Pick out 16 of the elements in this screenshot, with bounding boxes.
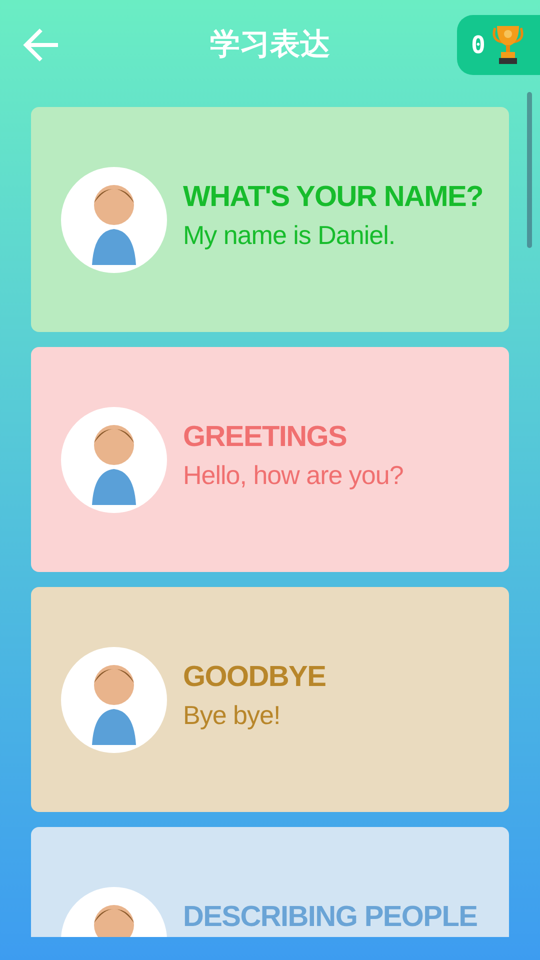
lesson-title: DESCRIBING PEOPLE	[183, 901, 478, 934]
lesson-card[interactable]: GOODBYE Bye bye!	[31, 587, 509, 812]
lesson-title: GREETINGS	[183, 421, 348, 454]
back-button[interactable]	[22, 26, 60, 64]
page-title: 学习表达	[209, 26, 331, 64]
lesson-card[interactable]: GREETINGS Hello, how are you?	[31, 347, 509, 572]
lesson-card[interactable]: WHAT'S YOUR NAME? My name is Daniel.	[31, 107, 509, 332]
trophy-icon	[491, 24, 526, 66]
lesson-phrase: My name is Daniel.	[183, 220, 396, 251]
lesson-title: GOODBYE	[183, 661, 326, 694]
lesson-card[interactable]: DESCRIBING PEOPLE	[31, 827, 509, 937]
score-count: 0	[471, 31, 486, 59]
lesson-phrase: Hello, how are you?	[183, 460, 404, 491]
lesson-phrase: Bye bye!	[183, 700, 282, 731]
scrollbar[interactable]	[527, 92, 532, 248]
lesson-title: WHAT'S YOUR NAME?	[183, 181, 483, 214]
